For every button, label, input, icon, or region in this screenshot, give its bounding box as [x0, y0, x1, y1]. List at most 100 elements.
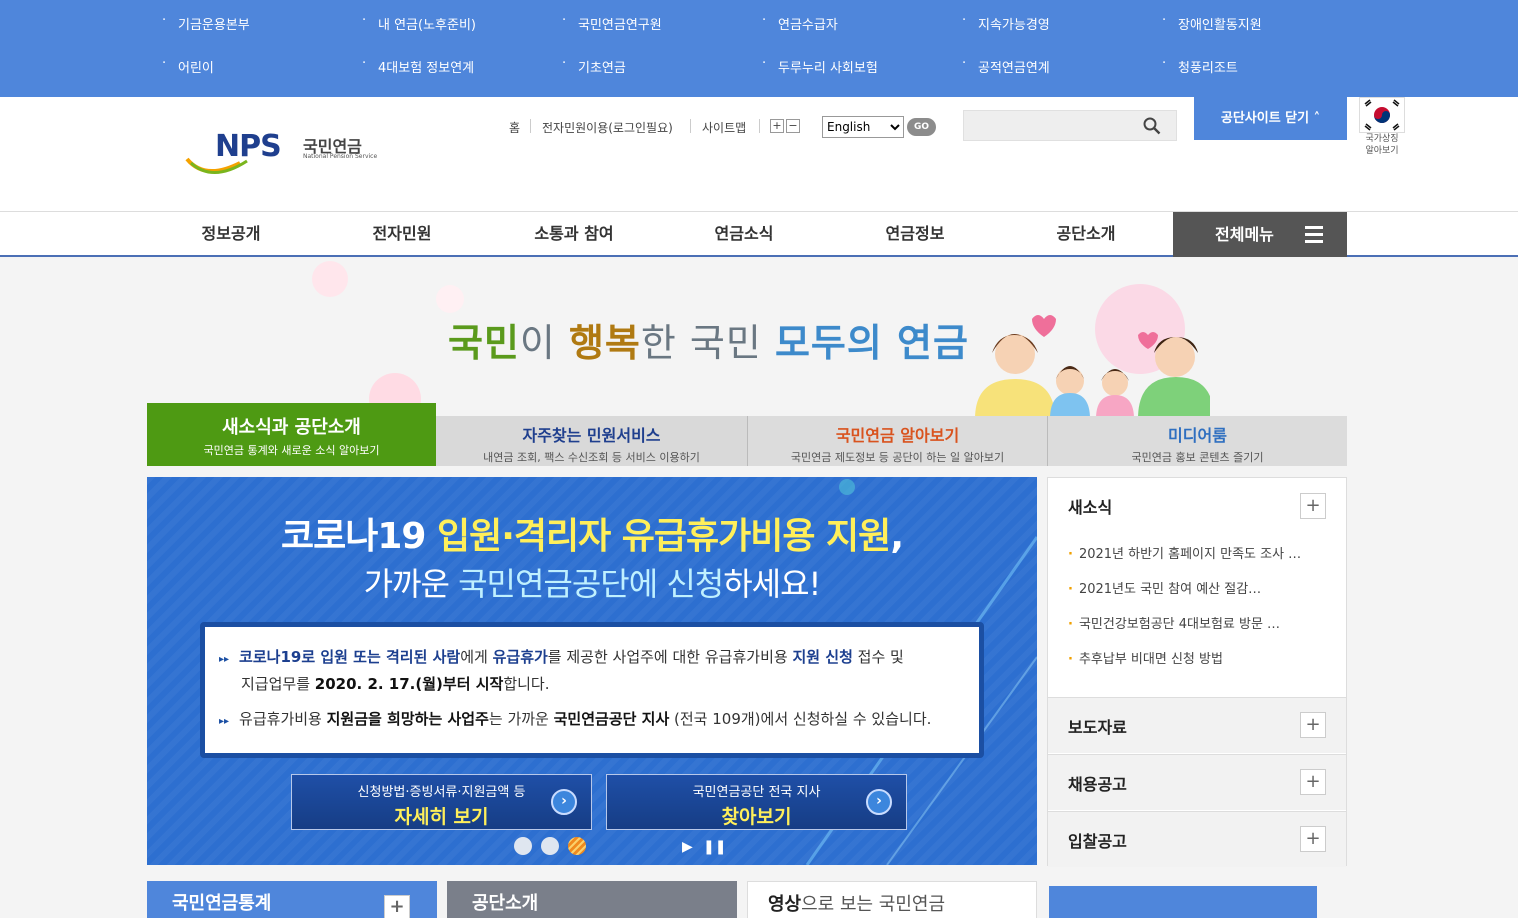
find-branch-button[interactable]: 국민연금공단 전국 지사 찾아보기 › [606, 774, 907, 830]
tab-pension-guide[interactable]: 국민연금 알아보기 국민연금 제도정보 등 공단이 하는 일 알아보기 [747, 416, 1047, 466]
site-link[interactable]: 국민연금연구원 [562, 13, 662, 33]
site-link[interactable]: 내 연금(노후준비) [362, 13, 476, 33]
slide-dot[interactable] [514, 837, 532, 855]
notice-line-1: ▸▸ 코로나19로 입원 또는 격리된 사람에게 유급휴가를 제공한 사업주에 대… [219, 644, 904, 673]
slogan-part: 한 국민 [640, 321, 775, 365]
nav-civil-service[interactable]: 전자민원 [344, 212, 460, 255]
site-link[interactable]: 두루누리 사회보험 [762, 56, 878, 76]
nav-info-disclosure[interactable]: 정보공개 [173, 212, 289, 255]
tab-civil-service[interactable]: 자주찾는 민원서비스 내연금 조회, 팩스 수신조회 등 서비스 이용하기 [436, 416, 747, 466]
site-link[interactable]: 어린이 [162, 56, 214, 76]
main-tabs: 새소식과 공단소개 국민연금 통계와 새로운 소식 알아보기 자주찾는 민원서비… [147, 403, 1347, 466]
plus-icon[interactable]: + [1300, 826, 1326, 852]
recruit-section[interactable]: 채용공고 + [1048, 754, 1346, 810]
site-link[interactable]: 연금수급자 [762, 13, 838, 33]
press-section[interactable]: 보도자료 + [1048, 697, 1346, 753]
notice-text: 유급휴가 [492, 648, 548, 666]
banner-notice: ▸▸ 코로나19로 입원 또는 격리된 사람에게 유급휴가를 제공한 사업주에 대… [200, 622, 984, 758]
search-icon[interactable] [1143, 117, 1161, 139]
slogan-part: 행복 [568, 321, 641, 365]
nav-pension-news[interactable]: 연금소식 [686, 212, 802, 255]
all-menu-button[interactable]: 전체메뉴 [1173, 212, 1347, 257]
news-item[interactable]: 2021년 하반기 홈페이지 만족도 조사 … [1068, 543, 1301, 562]
promo-banner: 코로나19 입원·격리자 유급휴가비용 지원, 가까운 국민연금공단에 신청하세… [147, 477, 1037, 865]
search-input[interactable] [970, 115, 1130, 137]
button-caption: 국민연금공단 전국 지사 [692, 785, 821, 800]
news-title: 새소식 [1068, 498, 1113, 517]
details-button[interactable]: 신청방법·증빙서류·지원금액 등 자세히 보기 › [291, 774, 592, 830]
ecivil-link[interactable]: 전자민원이용(로그인필요) [542, 119, 673, 136]
news-item[interactable]: 국민건강보험공단 4대보험료 방문 … [1068, 613, 1280, 632]
headline-part: 입원·격리자 유급휴가비용 지원 [437, 516, 891, 557]
tab-title: 국민연금 알아보기 [835, 426, 960, 445]
news-item[interactable]: 2021년도 국민 참여 예산 절감… [1068, 578, 1261, 597]
flag-caption-2: 알아보기 [1365, 146, 1399, 156]
video-box[interactable]: 영상으로 보는 국민연금 [747, 881, 1037, 918]
slogan: 국민이 행복한 국민 모두의 연금 [448, 312, 969, 367]
header: NPS 국민연금 National Pension Service 홈 전자민원… [0, 97, 1518, 212]
notice-line-2: ▸▸ 유급휴가비용 지원금을 희망하는 사업주는 가까운 국민연금공단 지사 (전… [219, 706, 931, 735]
site-link[interactable]: 장애인활동지원 [1162, 13, 1262, 33]
section-title: 채용공고 [1068, 775, 1127, 794]
notice-text: 는 가까운 [488, 710, 554, 728]
banner-subheadline: 가까운 국민연금공단에 신청하세요! [147, 559, 1037, 605]
site-link[interactable]: 4대보험 정보연계 [362, 56, 474, 76]
site-link[interactable]: 청풍리조트 [1162, 56, 1238, 76]
notice-text: 2020. 2. 17.(월)부터 시작 [314, 675, 504, 693]
promo-thumbnail[interactable] [1049, 886, 1317, 918]
site-link[interactable]: 공적연금연계 [962, 56, 1050, 76]
nav-about[interactable]: 공단소개 [1028, 212, 1144, 255]
language-go-button[interactable]: GO [907, 118, 936, 136]
box-title: 영상 [768, 894, 802, 915]
slide-dot[interactable] [541, 837, 559, 855]
tab-title: 새소식과 공단소개 [222, 417, 361, 438]
notice-text: 지원 신청 [792, 648, 853, 666]
all-menu-label: 전체메뉴 [1215, 225, 1274, 244]
pause-icon[interactable]: ❚❚ [703, 839, 726, 855]
notice-text: 코로나19로 입원 또는 격리된 사람 [239, 648, 461, 666]
intro-box[interactable]: 공단소개 [447, 881, 737, 918]
language-select[interactable]: English [822, 116, 904, 138]
subheadline-part: 국민연금공단에 신청 [458, 565, 724, 603]
slide-dot-active[interactable] [568, 837, 586, 855]
logo-english: National Pension Service [303, 153, 378, 160]
chevron-right-icon: › [866, 789, 892, 815]
divider [530, 119, 531, 133]
tab-media-room[interactable]: 미디어룸 국민연금 홍보 콘텐츠 즐기기 [1047, 416, 1347, 466]
home-link[interactable]: 홈 [509, 119, 520, 136]
site-link[interactable]: 기초연금 [562, 56, 626, 76]
font-size-controls: + − [770, 119, 800, 133]
news-panel: 새소식 + 2021년 하반기 홈페이지 만족도 조사 … 2021년도 국민 … [1047, 477, 1347, 867]
bid-section[interactable]: 입찰공고 + [1048, 811, 1346, 867]
national-symbol-link[interactable]: 국가상징 알아보기 [1356, 97, 1408, 161]
slogan-part: 모두의 연금 [774, 321, 969, 365]
section-title: 보도자료 [1068, 718, 1127, 737]
plus-icon[interactable]: + [1300, 493, 1326, 519]
stats-box[interactable]: 국민연금통계 + [147, 881, 437, 918]
family-site-panel: 기금운용본부 내 연금(노후준비) 국민연금연구원 연금수급자 지속가능경영 장… [0, 0, 1518, 97]
nps-logo[interactable]: NPS 국민연금 National Pension Service [185, 127, 385, 183]
site-link[interactable]: 기금운용본부 [162, 13, 250, 33]
plus-icon[interactable]: + [1300, 769, 1326, 795]
slogan-part: 이 [519, 321, 569, 365]
play-icon[interactable]: ▶ [682, 839, 693, 855]
sitemap-link[interactable]: 사이트맵 [702, 119, 746, 136]
notice-text: 를 제공한 사업주에 대한 유급휴가비용 [547, 648, 793, 666]
global-nav: 정보공개 전자민원 소통과 참여 연금소식 연금정보 공단소개 전체메뉴 [0, 212, 1518, 257]
tab-news[interactable]: 새소식과 공단소개 국민연금 통계와 새로운 소식 알아보기 [147, 403, 436, 466]
news-item[interactable]: 추후납부 비대면 신청 방법 [1068, 648, 1223, 667]
nav-communication[interactable]: 소통과 참여 [514, 212, 634, 255]
font-decrease-button[interactable]: − [786, 119, 800, 133]
plus-icon[interactable]: + [1300, 712, 1326, 738]
plus-icon[interactable]: + [384, 895, 410, 918]
slogan-part: 국민 [448, 321, 520, 365]
divider [759, 119, 760, 133]
site-link[interactable]: 지속가능경영 [962, 13, 1050, 33]
main-visual: 국민이 행복한 국민 모두의 연금 새소식과 공단소개 국민연금 통계와 새로운… [0, 259, 1518, 918]
tab-desc: 국민연금 홍보 콘텐츠 즐기기 [1131, 451, 1264, 464]
headline-part: , [890, 516, 904, 557]
button-label: 찾아보기 [721, 806, 792, 828]
nav-pension-info[interactable]: 연금정보 [857, 212, 973, 255]
font-increase-button[interactable]: + [770, 119, 784, 133]
close-site-button[interactable]: 공단사이트 닫기 ˄ [1194, 97, 1347, 140]
